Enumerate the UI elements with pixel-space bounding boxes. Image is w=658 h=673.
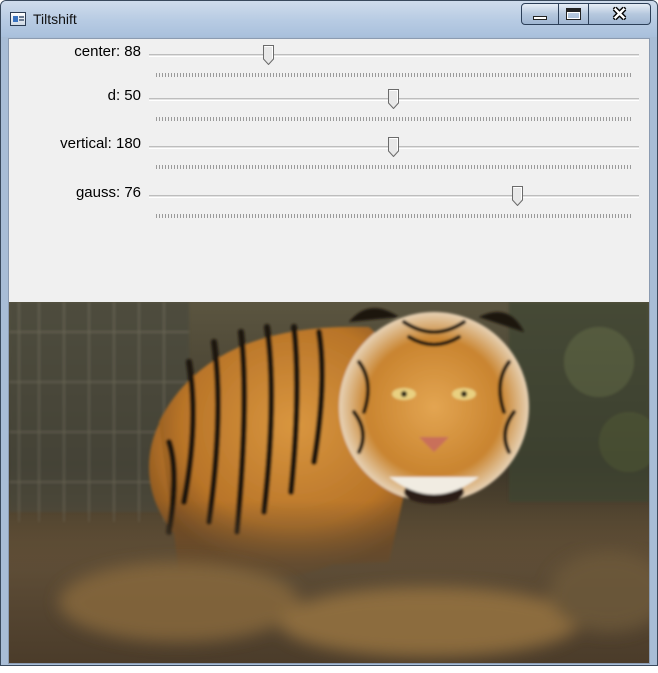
- slider-ticks: [156, 117, 632, 121]
- slider-label: vertical: 180: [60, 135, 141, 152]
- slider-label: d: 50: [107, 87, 141, 104]
- minimize-icon: [533, 16, 547, 20]
- slider-row-vertical: vertical: 180: [9, 131, 651, 171]
- slider-thumb[interactable]: [511, 186, 523, 206]
- slider-row-center: center: 88: [9, 39, 651, 79]
- slider-track[interactable]: [149, 54, 639, 57]
- slider-label: gauss: 76: [75, 184, 141, 201]
- slider-thumb[interactable]: [263, 45, 275, 65]
- window-controls: ✕: [521, 3, 651, 25]
- title-bar[interactable]: Tiltshift ✕: [1, 1, 657, 37]
- close-button[interactable]: ✕: [589, 3, 651, 25]
- slider-thumb[interactable]: [388, 137, 399, 157]
- tiger-image: [9, 302, 649, 663]
- app-window-icon[interactable]: [10, 12, 26, 26]
- slider-ticks: [156, 73, 632, 77]
- slider-track[interactable]: [149, 195, 639, 198]
- maximize-button[interactable]: [559, 3, 589, 25]
- slider-label: center: 88: [74, 43, 141, 60]
- slider-ticks: [156, 165, 632, 169]
- slider-row-gauss: gauss: 76: [9, 180, 651, 220]
- bottom-strip: [0, 666, 658, 673]
- close-icon: ✕: [611, 4, 628, 24]
- slider-row-d: d: 50: [9, 83, 651, 123]
- slider-thumb[interactable]: [388, 89, 399, 109]
- minimize-button[interactable]: [521, 3, 559, 25]
- maximize-icon: [566, 8, 581, 20]
- tiltshift-window: Tiltshift ✕ center: 88 d: 50 vertical: 1…: [0, 0, 658, 666]
- slider-ticks: [156, 214, 632, 218]
- window-title: Tiltshift: [33, 11, 77, 27]
- client-area: center: 88 d: 50 vertical: 180 gauss: 76: [8, 38, 650, 664]
